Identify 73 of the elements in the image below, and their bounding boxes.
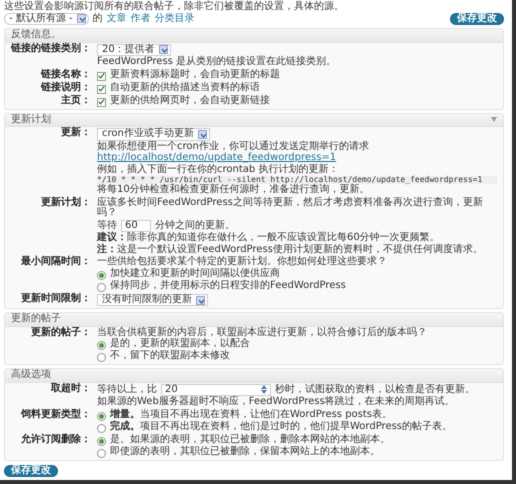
radio-label: 即使源的表明，其职位已被删除，保留本网站上的本地副本。 (110, 446, 380, 458)
field-label: 更新的帖子： (30, 328, 91, 340)
radio-label: 加快建立和更新的时间间隔以便供应商 (110, 268, 280, 280)
radio-button[interactable] (97, 353, 106, 362)
help-text: 建议：除非你真的知道你在做什么，一般不应该设置比每60分钟一次更频繁。 (97, 233, 441, 244)
field-label: 饲料更新类型： (20, 410, 91, 422)
radio-label: 保持同步，并使用标示的日程安排的FeedWordPress (110, 280, 346, 292)
help-text: 如果源的Web服务器超时不响应，FeedWordPress将跳过，在未来的周期再试。 (97, 397, 456, 408)
dropdown[interactable]: 没有时间限制的更新 (97, 294, 208, 306)
field-label: 取超时： (50, 384, 91, 396)
caret-icon (198, 130, 207, 139)
filter-label: 的 (92, 14, 103, 24)
radio-label: 增量。当项目不再出现在资料，让他们在WordPress posts表。 (110, 410, 392, 420)
help-text: 一些供给包括要求某个特定的更新计划。你想如何处理这些要求？ (97, 257, 388, 268)
checkbox-label: 更新资料源标题时，会自动更新的标题 (110, 70, 280, 80)
radio-button[interactable] (97, 448, 106, 458)
url-link[interactable]: http://localhost/demo/update_feedwordpress=1 (97, 153, 336, 164)
radio-label: 是。如果源的表明，其职位已被删除，删除本网站的本地副本。 (110, 434, 390, 446)
help-text: FeedWordPress 是从类别的链接设置在此链接类别。 (97, 57, 338, 68)
radio-button[interactable] (97, 282, 106, 292)
radio-label: 不，留下的联盟副本未修改 (110, 351, 230, 362)
input-field[interactable]: 60 (121, 220, 151, 232)
field-label: 更新时间限制： (20, 294, 91, 306)
spinner-arrows-icon (261, 384, 267, 396)
help-text: 如果你想使用一个cron作业，你可以通过发送定期举行的请求 (97, 142, 370, 152)
help-text: 例如，插入下面一行在你的crontab 执行计划的更新： (97, 164, 340, 175)
code-text: */10 * * * * /usr/bin/curl --silent http://localhost/demo/update_feedwordpress=1 (97, 176, 497, 184)
field-label: 主页： (60, 96, 91, 106)
section-title: 高级选项 (11, 370, 51, 381)
radio-button[interactable] (97, 270, 106, 280)
help-text: 应该多长时间FeedWordPress之间等待更新，然后才考虑资料准备再次进行查询，更新吗？ (97, 198, 484, 219)
save-button[interactable]: 保存更改 (4, 464, 58, 478)
checkbox-label: 自动更新的供给描述当资料的标语 (110, 82, 260, 93)
caret-icon (76, 14, 86, 24)
filter-link[interactable]: 分类目录 (154, 14, 195, 24)
caret-icon (196, 296, 205, 305)
field-label: 链接名称： (40, 70, 91, 80)
help-text: 将每10分钟检查和检查更新任何源时，准备进行查询，更新。 (97, 185, 370, 196)
caret-icon (158, 45, 168, 54)
field-label: 更新计划： (40, 198, 91, 210)
checkbox[interactable] (97, 98, 106, 106)
field-label: 更新： (60, 128, 91, 140)
section-title: 反馈信息。 (11, 30, 61, 40)
radio-label: 是的，更新的联盟副本，以配合 (110, 339, 250, 350)
filter-link[interactable]: 作者 (130, 14, 151, 24)
input-label: 秒时，试图获取的资料，以检查是否有更新。 (275, 384, 475, 396)
input-label: 分钟之间的更新。 (155, 220, 235, 232)
field-label: 最小间隔时间： (20, 257, 91, 270)
intro-text: 这些设置会影响源订阅所有的联合帖子，除非它们被覆盖的设置，具体的源。 (4, 2, 345, 12)
input-label: 等待以上，比 (97, 384, 157, 396)
save-button[interactable]: 保存更改 (450, 12, 504, 25)
dropdown[interactable]: 20：提供者 (97, 44, 171, 56)
dropdown[interactable]: cron作业或手动更新 (97, 128, 210, 140)
help-text: 注：这是一个默认设置FeedWordPress使用计划更新的资料时，不提供任何调度请求。 (97, 244, 484, 256)
radio-button[interactable] (97, 436, 106, 446)
checkbox[interactable] (97, 72, 106, 80)
section-title: 更新计划 (11, 114, 51, 125)
feed-select[interactable]: - 默认所有源 - (4, 12, 89, 25)
section-title: 更新的帖子 (11, 314, 61, 325)
help-text: 当联合供稿更新的内容后，联盟副本应进行更新，以符合修订后的版本吗？ (97, 328, 428, 338)
checkbox-label: 更新的供给网页时，会自动更新链接 (110, 96, 270, 106)
radio-button[interactable] (97, 412, 106, 421)
collapse-icon[interactable] (491, 117, 497, 122)
radio-button[interactable] (97, 424, 106, 433)
filter-link[interactable]: 文章 (106, 14, 127, 24)
number-spinner[interactable]: 20 (161, 384, 271, 396)
field-label: 链接的链接类别： (11, 44, 91, 56)
field-label: 链接说明： (40, 82, 91, 94)
radio-button[interactable] (97, 341, 106, 350)
input-label: 等待 (97, 220, 117, 232)
field-label: 允许订阅删除： (20, 434, 91, 447)
checkbox[interactable] (97, 84, 106, 94)
radio-label: 完成。项目不再出现在资料，他们是过时的，他们提早WordPress的帖子表。 (110, 422, 452, 432)
